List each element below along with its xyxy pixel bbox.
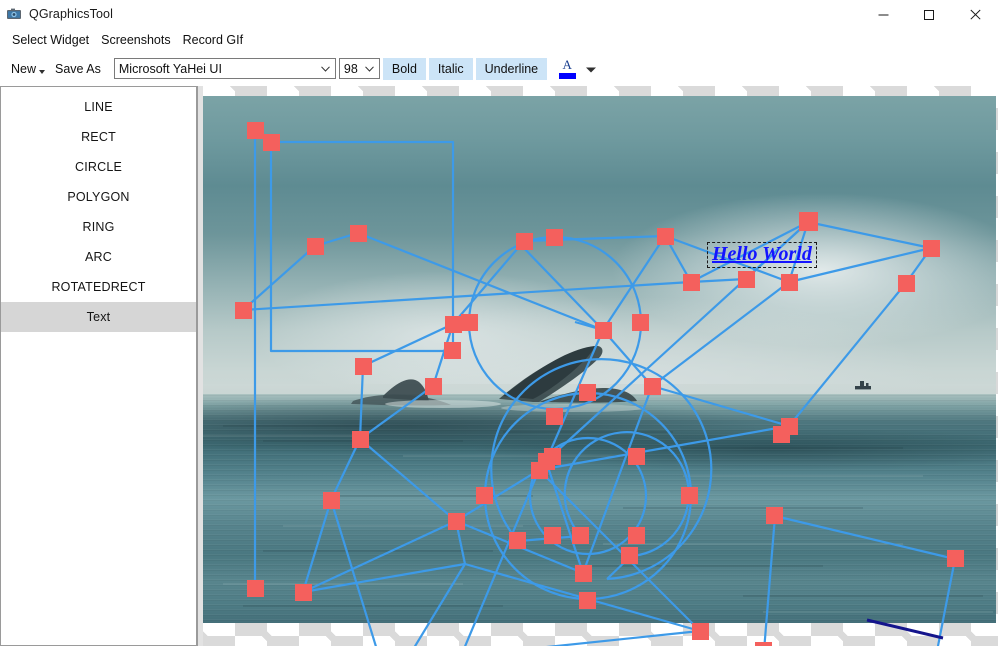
bold-button[interactable]: Bold bbox=[382, 57, 426, 80]
sidebar-item-polygon[interactable]: POLYGON bbox=[1, 182, 196, 212]
window-title: QGraphicsTool bbox=[29, 7, 113, 21]
photo-whales bbox=[203, 345, 993, 613]
sidebar-item-arc[interactable]: ARC bbox=[1, 242, 196, 272]
sidebar-item-circle[interactable]: CIRCLE bbox=[1, 152, 196, 182]
italic-button[interactable]: Italic bbox=[428, 57, 473, 80]
chevron-down-icon bbox=[39, 69, 46, 74]
app-camera-icon bbox=[6, 6, 22, 22]
main-body: LINE RECT CIRCLE POLYGON RING ARC ROTATE… bbox=[0, 86, 998, 646]
shape-tool-list: LINE RECT CIRCLE POLYGON RING ARC ROTATE… bbox=[0, 86, 197, 646]
application-window: QGraphicsTool Select Widget Screenshots … bbox=[0, 0, 998, 646]
font-size-value: 98 bbox=[343, 61, 358, 76]
text-color-letter: A bbox=[562, 57, 572, 72]
sidebar-item-line[interactable]: LINE bbox=[1, 92, 196, 122]
format-toolbar: New Save As Microsoft YaHei UI 98 Bold I… bbox=[0, 52, 998, 86]
minimize-button[interactable] bbox=[860, 0, 906, 28]
font-size-combobox[interactable]: 98 bbox=[338, 58, 380, 79]
graphics-canvas[interactable]: Hello World bbox=[197, 86, 998, 646]
save-as-button-label: Save As bbox=[55, 61, 101, 76]
sidebar-item-text[interactable]: Text bbox=[1, 302, 196, 332]
text-color-button[interactable]: A bbox=[557, 57, 577, 81]
maximize-button[interactable] bbox=[906, 0, 952, 28]
close-button[interactable] bbox=[952, 0, 998, 28]
text-color-dropdown-button[interactable] bbox=[585, 57, 597, 81]
text-item-hello-world[interactable]: Hello World bbox=[707, 242, 817, 268]
font-family-combobox[interactable]: Microsoft YaHei UI bbox=[113, 58, 336, 79]
chevron-down-icon bbox=[317, 65, 335, 72]
menu-bar: Select Widget Screenshots Record GIf bbox=[0, 28, 998, 52]
new-button[interactable]: New bbox=[6, 58, 50, 80]
canvas-background-image bbox=[203, 96, 996, 623]
underline-button[interactable]: Underline bbox=[475, 57, 548, 80]
text-color-swatch bbox=[558, 73, 576, 79]
menu-item-record-gif[interactable]: Record GIf bbox=[177, 30, 249, 50]
save-as-button[interactable]: Save As bbox=[50, 58, 106, 80]
chevron-down-icon bbox=[361, 65, 379, 72]
sidebar-item-ring[interactable]: RING bbox=[1, 212, 196, 242]
window-controls bbox=[860, 0, 998, 28]
new-button-label: New bbox=[11, 61, 37, 76]
font-family-value: Microsoft YaHei UI bbox=[118, 61, 222, 76]
sidebar-item-rotatedrect[interactable]: ROTATEDRECT bbox=[1, 272, 196, 302]
menu-item-select-widget[interactable]: Select Widget bbox=[6, 30, 95, 50]
chevron-down-icon bbox=[586, 60, 597, 78]
title-bar: QGraphicsTool bbox=[0, 0, 998, 28]
menu-item-screenshots[interactable]: Screenshots bbox=[95, 30, 176, 50]
sidebar-item-rect[interactable]: RECT bbox=[1, 122, 196, 152]
